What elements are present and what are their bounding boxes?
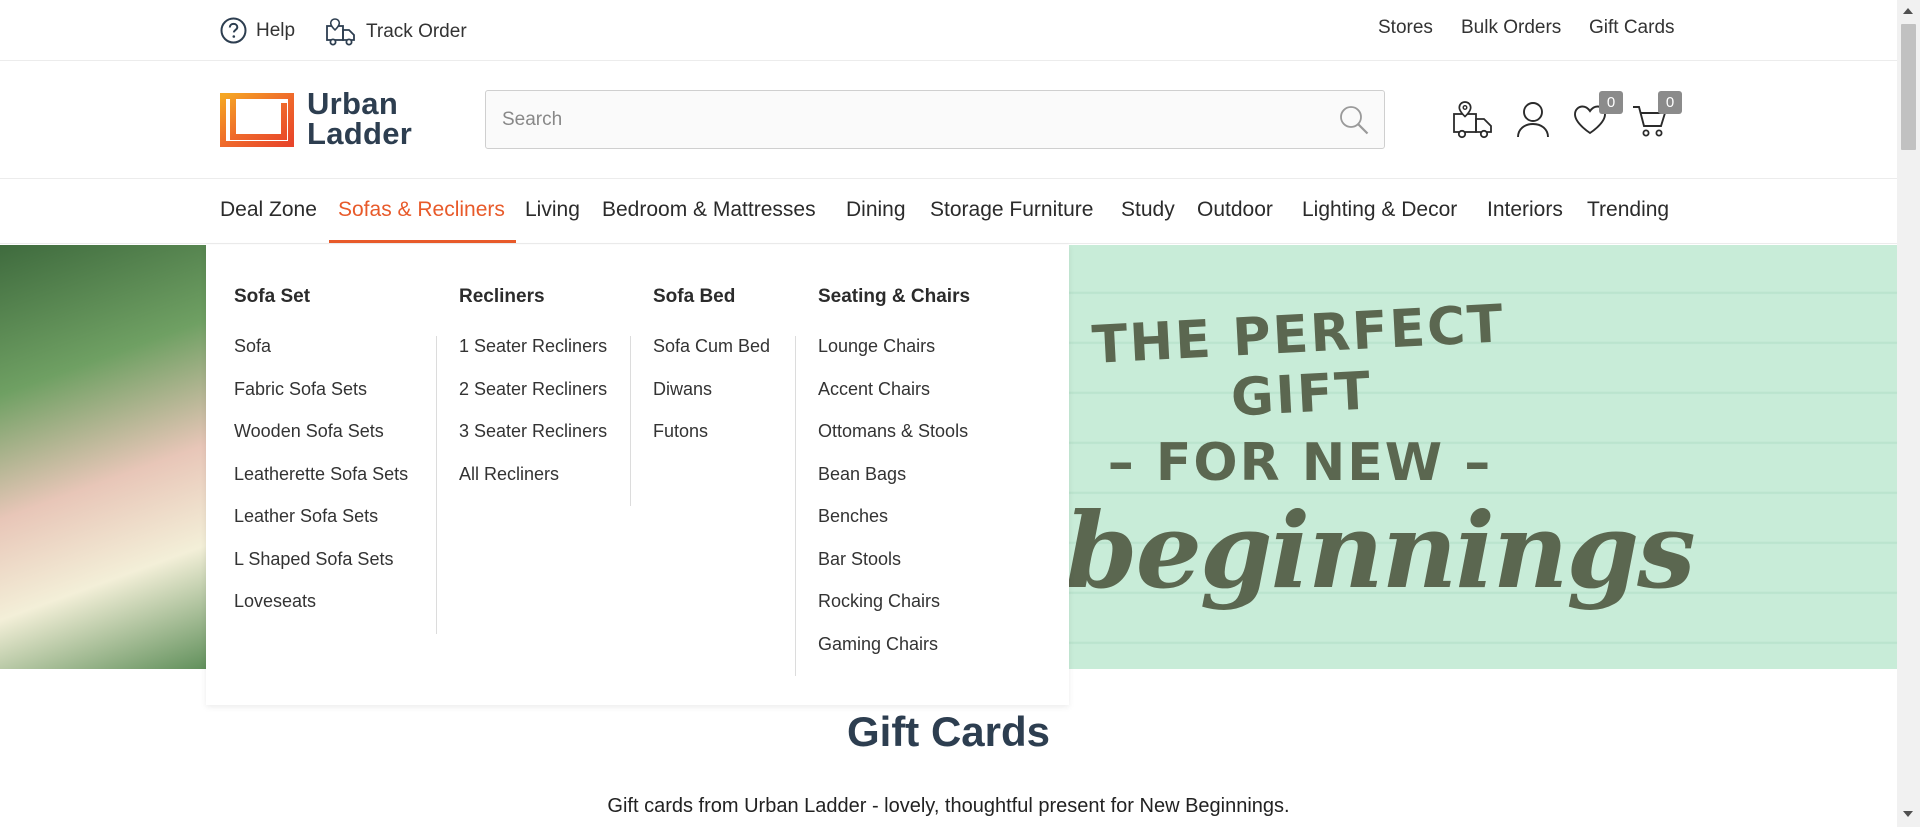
menu-item[interactable]: Bean Bags — [818, 464, 968, 507]
search-box — [485, 90, 1385, 149]
scroll-up-arrow-icon[interactable] — [1903, 8, 1913, 14]
menu-item[interactable]: Lounge Chairs — [818, 336, 968, 379]
search-icon[interactable] — [1338, 104, 1370, 136]
menu-item[interactable]: Loveseats — [234, 591, 408, 634]
active-nav-indicator — [329, 240, 516, 243]
menu-item[interactable]: Accent Chairs — [818, 379, 968, 422]
menu-divider — [795, 336, 796, 676]
flowers-image — [0, 245, 210, 669]
logo-mark — [220, 93, 294, 147]
hero-line2: – FOR NEW – — [1107, 433, 1493, 493]
menu-heading[interactable]: Sofa Set — [234, 286, 310, 308]
menu-item[interactable]: 3 Seater Recliners — [459, 421, 607, 464]
logo-line2: Ladder — [307, 116, 413, 151]
nav-deal-zone[interactable]: Deal Zone — [220, 198, 317, 222]
hero-text: THE PERFECT GIFT – FOR NEW – beginnings — [1065, 294, 1696, 612]
nav-living[interactable]: Living — [525, 198, 580, 222]
menu-item[interactable]: Fabric Sofa Sets — [234, 379, 408, 422]
nav-outdoor[interactable]: Outdoor — [1197, 198, 1273, 222]
vertical-scrollbar[interactable] — [1897, 0, 1920, 827]
nav-storage-furniture[interactable]: Storage Furniture — [930, 198, 1093, 222]
menu-item[interactable]: Sofa — [234, 336, 408, 379]
logo-text: Urban Ladder — [307, 86, 413, 151]
menu-item[interactable]: Sofa Cum Bed — [653, 336, 770, 379]
menu-item[interactable]: Bar Stools — [818, 549, 968, 592]
menu-divider — [436, 336, 437, 634]
nav-trending[interactable]: Trending — [1587, 198, 1669, 222]
menu-heading[interactable]: Sofa Bed — [653, 286, 735, 308]
cart-count-badge: 0 — [1658, 91, 1682, 114]
page-subtitle: Gift cards from Urban Ladder - lovely, t… — [607, 795, 1290, 817]
truck-icon — [326, 18, 355, 46]
help-label: Help — [256, 19, 296, 41]
nav-study[interactable]: Study — [1121, 198, 1175, 222]
menu-item[interactable]: All Recliners — [459, 464, 607, 507]
menu-divider — [630, 336, 631, 506]
menu-item[interactable]: Gaming Chairs — [818, 634, 968, 677]
hero-line3: beginnings — [1065, 489, 1696, 612]
logo-line1: Urban — [307, 86, 399, 121]
help-link[interactable]: Help — [220, 17, 295, 44]
hero-line1: THE PERFECT GIFT — [1090, 294, 1507, 429]
menu-item[interactable]: Leatherette Sofa Sets — [234, 464, 408, 507]
menu-item[interactable]: Ottomans & Stools — [818, 421, 968, 464]
help-icon — [220, 17, 247, 44]
wishlist-count-badge: 0 — [1599, 91, 1623, 114]
menu-item[interactable]: L Shaped Sofa Sets — [234, 549, 408, 592]
menu-item[interactable]: Wooden Sofa Sets — [234, 421, 408, 464]
scrollbar-thumb[interactable] — [1901, 24, 1916, 150]
track-order-label: Track Order — [366, 21, 467, 42]
nav-bedroom-mattresses[interactable]: Bedroom & Mattresses — [602, 198, 816, 222]
gift-cards-link[interactable]: Gift Cards — [1589, 17, 1675, 39]
menu-item[interactable]: Leather Sofa Sets — [234, 506, 408, 549]
menu-item[interactable]: 2 Seater Recliners — [459, 379, 607, 422]
delivery-truck-icon[interactable] — [1452, 100, 1494, 140]
category-nav: Deal Zone Sofas & Recliners Living Bedro… — [0, 180, 1897, 244]
top-utility-bar: Help Track Order Stores Bulk Orders Gift… — [0, 0, 1897, 61]
menu-item[interactable]: 1 Seater Recliners — [459, 336, 607, 379]
nav-interiors[interactable]: Interiors — [1487, 198, 1563, 222]
search-input[interactable] — [486, 91, 1306, 148]
menu-item[interactable]: Diwans — [653, 379, 770, 422]
menu-heading[interactable]: Recliners — [459, 286, 545, 308]
scroll-down-arrow-icon[interactable] — [1903, 811, 1913, 817]
menu-item[interactable]: Benches — [818, 506, 968, 549]
menu-item[interactable]: Rocking Chairs — [818, 591, 968, 634]
track-order-link[interactable]: Track Order — [325, 17, 467, 47]
user-icon[interactable] — [1516, 101, 1550, 139]
sofas-recliners-mega-menu: Sofa Set Sofa Fabric Sofa Sets Wooden So… — [206, 245, 1069, 705]
menu-item[interactable]: Futons — [653, 421, 770, 464]
nav-dining[interactable]: Dining — [846, 198, 906, 222]
nav-sofas-recliners[interactable]: Sofas & Recliners — [338, 198, 505, 222]
bulk-orders-link[interactable]: Bulk Orders — [1461, 17, 1561, 39]
stores-link[interactable]: Stores — [1378, 17, 1433, 39]
menu-heading[interactable]: Seating & Chairs — [818, 286, 970, 308]
nav-lighting-decor[interactable]: Lighting & Decor — [1302, 198, 1457, 222]
page-title: Gift Cards — [846, 708, 1051, 755]
